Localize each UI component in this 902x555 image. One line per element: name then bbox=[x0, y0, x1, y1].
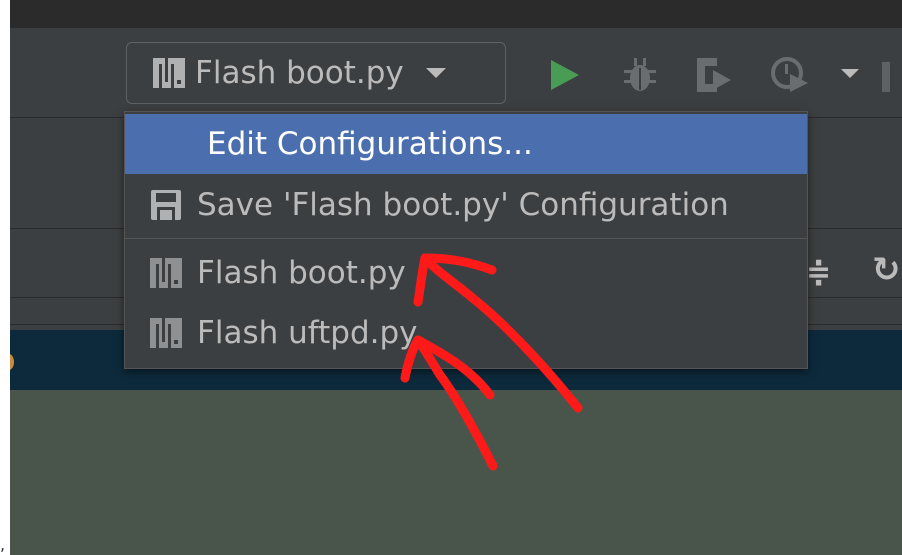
menu-item-save-configuration[interactable]: Save 'Flash boot.py' Configuration bbox=[125, 176, 807, 234]
menu-item-flash-boot[interactable]: Flash boot.py bbox=[125, 243, 807, 303]
collapse-icon[interactable]: ≑ bbox=[806, 255, 831, 290]
menu-item-flash-uftpd[interactable]: Flash uftpd.py bbox=[125, 303, 807, 363]
run-configuration-label: Flash boot.py bbox=[195, 55, 404, 91]
menu-item-label: Flash boot.py bbox=[197, 255, 406, 291]
run-icon[interactable] bbox=[547, 58, 581, 92]
menu-item-label: Flash uftpd.py bbox=[197, 315, 418, 351]
debug-icon[interactable] bbox=[622, 56, 658, 94]
ide-window: Flash boot.py ≑ ↻ Edit Configurations... bbox=[10, 0, 902, 555]
menu-separator bbox=[125, 238, 807, 239]
profile-icon[interactable] bbox=[770, 56, 812, 94]
more-actions-chevron-icon[interactable] bbox=[841, 69, 859, 78]
micropython-icon bbox=[150, 258, 182, 288]
run-configurations-popup: Edit Configurations... Save 'Flash boot.… bbox=[124, 111, 808, 369]
editor-area bbox=[10, 390, 902, 555]
coverage-icon[interactable] bbox=[695, 56, 735, 94]
top-strip bbox=[10, 0, 902, 28]
toolbar-edge-icon bbox=[882, 62, 890, 92]
menu-item-label: Save 'Flash boot.py' Configuration bbox=[197, 187, 729, 223]
micropython-icon bbox=[153, 58, 185, 88]
corner-mark: , bbox=[0, 535, 6, 554]
save-icon bbox=[151, 190, 181, 220]
micropython-icon bbox=[150, 318, 182, 348]
run-configuration-selector[interactable]: Flash boot.py bbox=[126, 42, 506, 104]
refresh-icon[interactable]: ↻ bbox=[872, 250, 901, 290]
menu-item-label: Edit Configurations... bbox=[207, 126, 533, 162]
chevron-down-icon bbox=[425, 68, 446, 78]
menu-item-edit-configurations[interactable]: Edit Configurations... bbox=[125, 114, 807, 174]
